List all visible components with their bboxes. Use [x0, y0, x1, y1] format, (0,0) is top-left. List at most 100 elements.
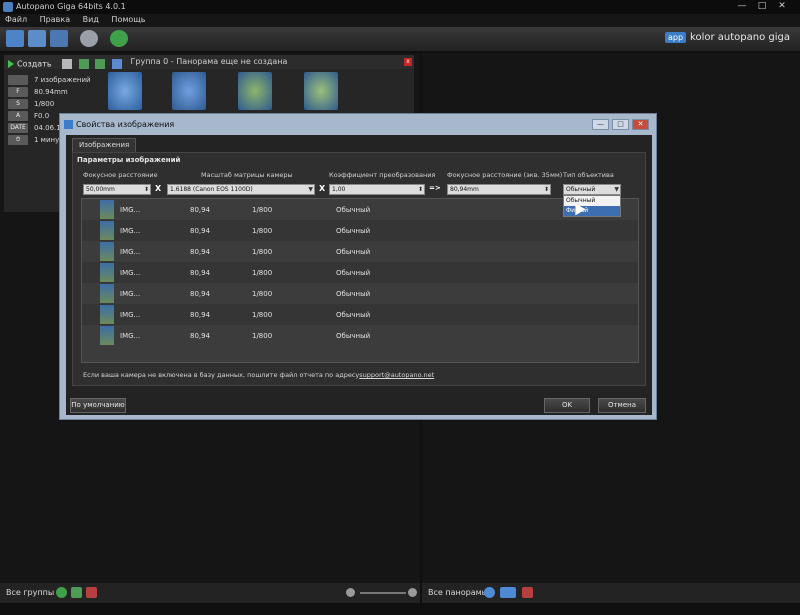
play-icon[interactable] — [56, 587, 67, 598]
focal35-input[interactable]: 80,94mm ⬍ — [447, 184, 551, 195]
focal35-value-text: 80,94mm — [450, 186, 479, 193]
open-images-icon[interactable] — [28, 30, 46, 47]
dialog-icon — [64, 120, 73, 129]
sensor-select[interactable]: 1.6188 (Canon EOS 1100D) ▼ — [167, 184, 315, 195]
all-panoramas-label[interactable]: Все панорамы — [428, 588, 488, 597]
image-thumbnail — [100, 326, 114, 345]
dialog-body: Изображения Параметры изображений Фокусн… — [66, 135, 652, 415]
window-titlebar: Autopano Giga 64bits 4.0.1 — □ ✕ — [0, 0, 800, 14]
menu-view[interactable]: Вид — [78, 14, 104, 25]
open-folder-icon[interactable] — [6, 30, 24, 47]
puzzle-icon[interactable] — [111, 59, 122, 69]
dialog-minimize-button[interactable]: — — [592, 119, 609, 130]
table-row[interactable]: IMG... 80,94 1/800 Обычный — [82, 241, 638, 262]
shutter-value: 1/800 — [34, 100, 55, 108]
table-row[interactable]: IMG... 80,94 1/800 Обычный — [82, 325, 638, 346]
menu-file[interactable]: Файл — [0, 14, 32, 25]
main-toolbar: app kolor autopano giga — [0, 27, 800, 51]
zoom-in-icon[interactable] — [408, 588, 417, 597]
add-images-icon[interactable] — [78, 59, 89, 69]
cancel-button[interactable]: Отмена — [598, 398, 646, 413]
maximize-button[interactable]: □ — [755, 1, 769, 12]
image-properties-dialog: Свойства изображения — □ ✕ Изображения П… — [59, 113, 657, 420]
row-focal: 80,94 — [190, 248, 211, 256]
chevron-down-icon[interactable]: ▼ — [614, 185, 619, 194]
spinner-icon[interactable]: ⬍ — [144, 185, 149, 194]
date-key: DATE — [8, 123, 28, 133]
lens-select[interactable]: Обычный ▼ — [563, 184, 621, 195]
settings-gear-icon[interactable] — [80, 30, 98, 47]
wrench-icon[interactable] — [62, 59, 73, 69]
coef-input[interactable]: 1,00 ⬍ — [329, 184, 425, 195]
table-row[interactable]: IMG... 80,94 1/800 Обычный — [82, 220, 638, 241]
row-shutter: 1/800 — [252, 311, 273, 319]
panoramas-bottombar: Все панорамы — [422, 583, 800, 603]
dialog-titlebar: Свойства изображения — □ ✕ — [60, 114, 656, 135]
focal-value: 80.94mm — [34, 88, 68, 96]
tab-images[interactable]: Изображения — [72, 138, 137, 152]
panorama-thumbnail[interactable] — [238, 72, 272, 110]
edit-images-icon[interactable] — [95, 59, 106, 69]
row-name: IMG... — [120, 332, 141, 340]
row-shutter: 1/800 — [252, 332, 273, 340]
aperture-key: A — [8, 111, 28, 121]
table-row[interactable]: IMG... 80,94 1/800 Обычный — [82, 199, 638, 220]
row-lens: Обычный — [336, 206, 371, 214]
row-lens: Обычный — [336, 269, 371, 277]
dialog-maximize-button[interactable]: □ — [612, 119, 629, 130]
row-lens: Обычный — [336, 311, 371, 319]
zoom-slider[interactable] — [360, 592, 406, 594]
ok-button[interactable]: OK — [544, 398, 590, 413]
image-thumbnail — [100, 200, 114, 219]
row-name: IMG... — [120, 290, 141, 298]
all-groups-label[interactable]: Все группы — [6, 588, 54, 597]
row-name: IMG... — [120, 206, 141, 214]
settings-gear-icon[interactable] — [484, 587, 495, 598]
row-shutter: 1/800 — [252, 269, 273, 277]
dialog-close-button[interactable]: ✕ — [632, 119, 649, 130]
remove-panorama-icon[interactable] — [522, 587, 533, 598]
focal-input[interactable]: 50,00mm ⬍ — [83, 184, 151, 195]
create-button[interactable]: Создать — [17, 60, 52, 69]
group-close-icon[interactable]: x — [404, 58, 412, 66]
spinner-icon[interactable]: ⬍ — [544, 185, 549, 194]
table-row[interactable]: IMG... 80,94 1/800 Обычный — [82, 262, 638, 283]
sensor-value-text: 1.6188 (Canon EOS 1100D) — [170, 186, 253, 193]
equals-arrow: => — [429, 184, 441, 192]
default-button[interactable]: По умолчанию — [70, 398, 126, 413]
add-group-icon[interactable] — [71, 587, 82, 598]
multiply-sign: X — [155, 184, 162, 193]
row-focal: 80,94 — [190, 290, 211, 298]
panorama-thumbnail[interactable] — [108, 72, 142, 110]
table-row[interactable]: IMG... 80,94 1/800 Обычный — [82, 283, 638, 304]
row-shutter: 1/800 — [252, 248, 273, 256]
panorama-thumbnail[interactable] — [304, 72, 338, 110]
spinner-icon[interactable]: ⬍ — [418, 185, 423, 194]
minimize-button[interactable]: — — [735, 1, 749, 12]
lens-value-text: Обычный — [566, 186, 596, 193]
table-row[interactable]: IMG... 80,94 1/800 Обычный — [82, 304, 638, 325]
menu-edit[interactable]: Правка — [35, 14, 75, 25]
play-icon[interactable] — [8, 60, 14, 68]
menu-bar: Файл Правка Вид Помощь — [0, 14, 800, 27]
panorama-thumbnail[interactable] — [172, 72, 206, 110]
chevron-down-icon[interactable]: ▼ — [308, 185, 313, 194]
row-focal: 80,94 — [190, 311, 211, 319]
detect-icon[interactable] — [50, 30, 68, 47]
support-email-link[interactable]: support@autopano.net — [359, 371, 434, 379]
row-shutter: 1/800 — [252, 227, 273, 235]
help-icon[interactable] — [110, 30, 128, 47]
menu-help[interactable]: Помощь — [106, 14, 150, 25]
images-count-icon — [8, 75, 28, 85]
app-icon — [3, 2, 13, 12]
close-button[interactable]: ✕ — [775, 1, 789, 12]
focal-key: F — [8, 87, 28, 97]
focal-value-text: 50,00mm — [86, 186, 115, 193]
focal35-label: Фокусное расстояние (экв. 35мм) — [447, 171, 563, 179]
focal-label: Фокусное расстояние — [83, 171, 158, 179]
clock-icon: ⏱ — [8, 135, 28, 145]
row-name: IMG... — [120, 248, 141, 256]
render-icon[interactable] — [500, 587, 516, 598]
zoom-out-icon[interactable] — [346, 588, 355, 597]
remove-group-icon[interactable] — [86, 587, 97, 598]
